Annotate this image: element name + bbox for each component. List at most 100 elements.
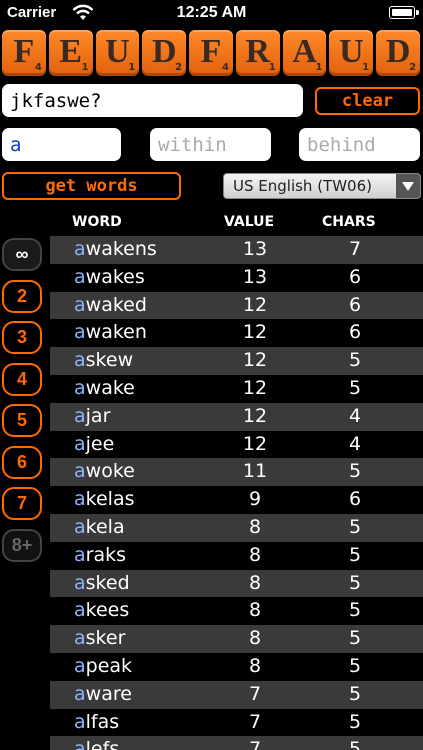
header-chars: CHARS: [322, 214, 376, 230]
word-rest: wake: [85, 376, 135, 399]
chars-cell: 5: [348, 654, 362, 677]
word-rest: lefs: [85, 738, 120, 750]
battery-icon: [389, 6, 419, 19]
length-button[interactable]: 3: [2, 321, 42, 354]
table-row[interactable]: akees 8 5: [50, 597, 423, 625]
word-first-letter: a: [74, 238, 86, 260]
length-button[interactable]: ∞: [2, 238, 42, 271]
word-cell: awakes: [74, 266, 145, 288]
word-first-letter: a: [74, 543, 86, 566]
chars-cell: 5: [348, 682, 362, 705]
clear-button[interactable]: clear: [315, 87, 420, 115]
word-first-letter: a: [74, 710, 86, 733]
starts-with-field[interactable]: [2, 128, 121, 161]
table-row[interactable]: asked 8 5: [50, 569, 423, 598]
logo-tile-points: 2: [175, 62, 183, 73]
word-cell: askew: [74, 349, 133, 371]
length-button[interactable]: 5: [2, 404, 42, 437]
header-word: WORD: [72, 214, 122, 230]
header-value: VALUE: [224, 214, 275, 230]
value-cell: 8: [248, 543, 262, 566]
table-row[interactable]: akelas 9 6: [50, 486, 423, 514]
length-button[interactable]: 6: [2, 445, 42, 479]
dictionary-select[interactable]: US English (TW06): [223, 173, 421, 199]
value-cell: 12: [242, 376, 268, 399]
value-cell: 8: [248, 599, 262, 622]
table-row[interactable]: araks 8 5: [50, 542, 423, 570]
table-row[interactable]: alefs 7 5: [50, 736, 423, 750]
table-row[interactable]: awake 12 5: [50, 375, 423, 403]
status-time: 12:25 AM: [176, 4, 247, 21]
logo-tile-points: 4: [34, 62, 42, 73]
word-cell: apeak: [74, 655, 132, 677]
chars-cell: 5: [348, 376, 362, 399]
value-cell: 11: [242, 460, 268, 483]
word-cell: awaken: [74, 321, 147, 343]
word-rest: ware: [85, 682, 132, 705]
behind-field[interactable]: [299, 128, 420, 161]
chars-cell: 4: [348, 432, 362, 455]
length-button[interactable]: 2: [2, 279, 42, 313]
logo-tile-points: 1: [128, 62, 136, 73]
word-rest: jar: [85, 404, 111, 427]
chars-cell: 5: [348, 710, 362, 733]
chars-cell: 5: [348, 543, 362, 566]
value-cell: 8: [248, 571, 262, 594]
value-cell: 12: [242, 404, 268, 427]
table-row[interactable]: awakens 13 7: [50, 236, 423, 264]
value-cell: 12: [242, 321, 268, 344]
table-row[interactable]: akela 8 5: [50, 513, 423, 542]
dictionary-value: US English (TW06): [233, 177, 372, 195]
word-list[interactable]: awakens 13 7 awakes 13 6 awaked 12 6 awaken 12 6 ask…: [50, 236, 423, 750]
table-row[interactable]: ajar 12 4: [50, 402, 423, 431]
table-row[interactable]: awoke 11 5: [50, 458, 423, 487]
table-row[interactable]: askew 12 5: [50, 347, 423, 375]
word-first-letter: a: [74, 682, 86, 705]
table-row[interactable]: ajee 12 4: [50, 431, 423, 459]
table-row[interactable]: asker 8 5: [50, 625, 423, 653]
chars-cell: 6: [348, 488, 362, 511]
word-cell: awake: [74, 377, 135, 399]
word-cell: alefs: [74, 738, 119, 750]
chars-cell: 5: [348, 738, 362, 750]
table-header: WORD VALUE CHARS: [50, 208, 423, 236]
word-first-letter: a: [74, 349, 86, 372]
word-rest: raks: [85, 543, 127, 566]
logo-tile: F4: [2, 30, 46, 76]
value-cell: 13: [242, 238, 268, 260]
table-row[interactable]: alfas 7 5: [50, 709, 423, 737]
table-row[interactable]: aware 7 5: [50, 680, 423, 709]
length-button[interactable]: 8+: [2, 528, 42, 562]
logo-tile-points: 4: [221, 62, 229, 73]
word-first-letter: a: [74, 599, 86, 622]
letters-input[interactable]: [2, 84, 303, 117]
length-button[interactable]: 4: [2, 362, 42, 396]
word-cell: awoke: [74, 460, 135, 482]
word-rest: kelas: [85, 488, 135, 511]
word-first-letter: a: [74, 321, 86, 344]
word-first-letter: a: [74, 265, 86, 288]
word-cell: akees: [74, 599, 129, 621]
word-cell: ajar: [74, 405, 110, 427]
word-cell: alfas: [74, 711, 119, 733]
value-cell: 12: [242, 293, 268, 316]
get-words-button[interactable]: get words: [2, 172, 181, 200]
logo-tile-points: 1: [81, 62, 89, 73]
word-first-letter: a: [74, 738, 86, 750]
table-row[interactable]: awakes 13 6: [50, 264, 423, 292]
within-field[interactable]: [150, 128, 271, 161]
value-cell: 12: [242, 349, 268, 372]
table-row[interactable]: apeak 8 5: [50, 653, 423, 681]
table-row[interactable]: awaked 12 6: [50, 291, 423, 320]
value-cell: 7: [248, 710, 262, 733]
logo-tile: F4: [189, 30, 233, 76]
table-row[interactable]: awaken 12 6: [50, 319, 423, 347]
word-first-letter: a: [74, 376, 86, 399]
chevron-down-icon[interactable]: [396, 174, 420, 198]
word-cell: awaked: [74, 294, 147, 316]
word-cell: akelas: [74, 488, 135, 510]
value-cell: 13: [242, 265, 268, 288]
length-button[interactable]: 7: [2, 487, 42, 520]
value-cell: 8: [248, 627, 262, 650]
word-cell: araks: [74, 544, 126, 566]
